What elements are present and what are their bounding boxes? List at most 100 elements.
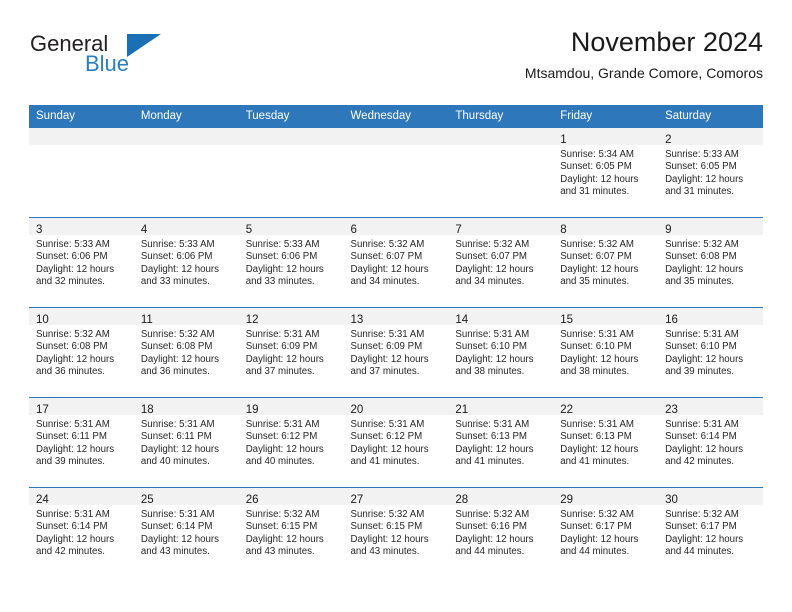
day-detail-line: Sunrise: 5:32 AM (455, 509, 530, 520)
calendar-day-cell[interactable]: 14 Sunrise: 5:31 AM Sunset: 6:10 PM Dayligh… (448, 307, 554, 398)
day-number: 21 (455, 404, 469, 416)
calendar-day-cell[interactable]: 7 Sunrise: 5:32 AM Sunset: 6:07 PM Daylight… (448, 217, 554, 308)
calendar-day-cell[interactable]: 13 Sunrise: 5:31 AM Sunset: 6:09 PM Dayligh… (343, 307, 449, 398)
calendar-day-cell[interactable]: 29 Sunrise: 5:32 AM Sunset: 6:17 PM Dayligh… (553, 487, 659, 577)
day-number: 15 (560, 314, 574, 326)
calendar-day-cell[interactable]: 23 Sunrise: 5:31 AM Sunset: 6:14 PM Dayligh… (658, 397, 763, 488)
day-number: 6 (350, 224, 357, 236)
calendar-day-cell[interactable]: 5 Sunrise: 5:33 AM Sunset: 6:06 PM Daylight… (238, 217, 344, 308)
calendar-day-cell[interactable]: 28 Sunrise: 5:32 AM Sunset: 6:16 PM Dayligh… (448, 487, 554, 577)
day-number: 19 (245, 404, 259, 416)
day-detail-line: Daylight: 12 hours (36, 443, 115, 455)
day-number: 1 (560, 134, 567, 146)
day-number-band: 24 (29, 488, 134, 506)
day-detail-line: Sunset: 6:16 PM (455, 521, 527, 533)
brand-logo[interactable]: General Blue (29, 26, 259, 84)
calendar-week-row: 24 Sunrise: 5:31 AM Sunset: 6:14 PM Dayligh… (29, 487, 763, 577)
day-number: 16 (665, 314, 678, 326)
weekday-header-wednesday: Wednesday (343, 105, 449, 128)
day-number-band (29, 128, 134, 145)
day-detail-line: Sunrise: 5:31 AM (560, 329, 634, 340)
day-detail-line: Sunset: 6:13 PM (455, 431, 527, 443)
calendar-day-cell[interactable]: 1 Sunrise: 5:34 AM Sunset: 6:05 PM Daylight… (553, 128, 659, 218)
calendar-day-cell[interactable]: 2 Sunrise: 5:33 AM Sunset: 6:05 PM Daylight… (658, 128, 763, 218)
day-number: 17 (36, 404, 49, 416)
day-number-band: 27 (343, 488, 449, 506)
day-details: Sunrise: 5:33 AM Sunset: 6:06 PM Daylight:… (134, 235, 239, 289)
day-number-band: 12 (238, 308, 344, 326)
day-detail-line: and 41 minutes. (455, 456, 525, 468)
day-detail-line: and 42 minutes. (665, 456, 734, 468)
day-number-band: 1 (553, 128, 659, 146)
weekday-header-saturday: Saturday (658, 105, 763, 128)
day-detail-line: Sunset: 6:12 PM (350, 431, 423, 443)
calendar-day-cell[interactable]: 16 Sunrise: 5:31 AM Sunset: 6:10 PM Dayligh… (658, 307, 763, 398)
day-detail-line: and 43 minutes. (245, 546, 315, 558)
day-detail-line: Sunset: 6:17 PM (665, 521, 737, 533)
day-details: Sunrise: 5:31 AM Sunset: 6:12 PM Daylight:… (344, 415, 449, 469)
day-detail-line: Sunrise: 5:31 AM (665, 419, 739, 430)
day-details: Sunrise: 5:31 AM Sunset: 6:13 PM Daylight:… (448, 415, 553, 469)
day-detail-line: Sunrise: 5:32 AM (560, 509, 634, 520)
day-number-band: 2 (658, 128, 763, 146)
calendar-week-row: 3 Sunrise: 5:33 AM Sunset: 6:06 PM Daylight… (29, 217, 763, 308)
day-details: Sunrise: 5:31 AM Sunset: 6:09 PM Daylight:… (239, 325, 344, 379)
weekday-header-sunday: Sunday (29, 105, 134, 128)
day-detail-line: Daylight: 12 hours (245, 533, 324, 545)
day-number-band: 10 (29, 308, 134, 326)
calendar-day-cell[interactable]: 8 Sunrise: 5:32 AM Sunset: 6:07 PM Daylight… (553, 217, 659, 308)
calendar-day-cell[interactable]: 11 Sunrise: 5:32 AM Sunset: 6:08 PM Dayligh… (133, 307, 239, 398)
day-detail-line: and 34 minutes. (455, 276, 525, 288)
calendar-day-cell[interactable]: 12 Sunrise: 5:31 AM Sunset: 6:09 PM Dayligh… (238, 307, 344, 398)
calendar-day-cell[interactable]: 3 Sunrise: 5:33 AM Sunset: 6:06 PM Daylight… (29, 217, 134, 308)
day-details: Sunrise: 5:31 AM Sunset: 6:14 PM Daylight:… (134, 505, 239, 559)
calendar-day-cell[interactable]: 15 Sunrise: 5:31 AM Sunset: 6:10 PM Dayligh… (553, 307, 659, 398)
day-detail-line: and 41 minutes. (560, 456, 630, 468)
day-number: 3 (36, 224, 43, 236)
calendar-day-cell[interactable]: 25 Sunrise: 5:31 AM Sunset: 6:14 PM Dayligh… (133, 487, 239, 577)
day-number-band: 11 (133, 308, 239, 326)
day-detail-line: Sunset: 6:14 PM (665, 431, 737, 443)
calendar-day-cell[interactable]: 19 Sunrise: 5:31 AM Sunset: 6:12 PM Dayligh… (238, 397, 344, 488)
calendar-day-cell[interactable]: 27 Sunrise: 5:32 AM Sunset: 6:15 PM Dayligh… (343, 487, 449, 577)
calendar-day-cell[interactable]: 6 Sunrise: 5:32 AM Sunset: 6:07 PM Daylight… (343, 217, 449, 308)
day-detail-line: Daylight: 12 hours (350, 263, 429, 275)
calendar-day-cell[interactable]: 30 Sunrise: 5:32 AM Sunset: 6:17 PM Dayligh… (658, 487, 763, 577)
day-number-band: 17 (29, 398, 134, 416)
day-detail-line: Daylight: 12 hours (560, 443, 639, 455)
day-detail-line: Sunset: 6:11 PM (36, 431, 107, 443)
day-detail-line: Daylight: 12 hours (245, 263, 324, 275)
day-detail-line: Sunrise: 5:31 AM (140, 509, 215, 520)
day-detail-line: Daylight: 12 hours (245, 443, 324, 455)
calendar-day-cell[interactable]: 21 Sunrise: 5:31 AM Sunset: 6:13 PM Dayligh… (448, 397, 554, 488)
calendar-day-cell[interactable]: 4 Sunrise: 5:33 AM Sunset: 6:06 PM Daylight… (133, 217, 239, 308)
day-detail-line: Sunrise: 5:33 AM (245, 239, 320, 250)
day-detail-line: Sunrise: 5:33 AM (665, 149, 739, 160)
calendar-day-cell[interactable]: 9 Sunrise: 5:32 AM Sunset: 6:08 PM Daylight… (658, 217, 763, 308)
calendar-day-cell[interactable]: 10 Sunrise: 5:32 AM Sunset: 6:08 PM Dayligh… (29, 307, 134, 398)
day-detail-line: Sunset: 6:13 PM (560, 431, 632, 443)
calendar-day-cell[interactable]: 17 Sunrise: 5:31 AM Sunset: 6:11 PM Dayligh… (29, 397, 134, 488)
day-details: Sunrise: 5:32 AM Sunset: 6:16 PM Daylight:… (448, 505, 553, 559)
day-detail-line: and 44 minutes. (560, 546, 630, 558)
day-details: Sunrise: 5:31 AM Sunset: 6:10 PM Daylight:… (553, 325, 658, 379)
calendar-day-cell[interactable]: 24 Sunrise: 5:31 AM Sunset: 6:14 PM Dayligh… (29, 487, 134, 577)
day-number-band (343, 128, 449, 145)
calendar-day-cell[interactable]: 26 Sunrise: 5:32 AM Sunset: 6:15 PM Dayligh… (238, 487, 344, 577)
day-number-band: 5 (238, 218, 344, 236)
day-detail-line: Sunset: 6:11 PM (140, 431, 212, 443)
day-details: Sunrise: 5:31 AM Sunset: 6:11 PM Daylight:… (134, 415, 239, 469)
day-number: 26 (245, 494, 259, 506)
day-number-band: 22 (553, 398, 659, 416)
day-detail-line: Daylight: 12 hours (560, 353, 639, 365)
day-details: Sunrise: 5:31 AM Sunset: 6:10 PM Daylight:… (448, 325, 553, 379)
day-number: 10 (36, 314, 49, 326)
day-details: Sunrise: 5:32 AM Sunset: 6:17 PM Daylight:… (658, 505, 763, 559)
day-detail-line: Daylight: 12 hours (350, 353, 429, 365)
calendar-day-cell[interactable]: 20 Sunrise: 5:31 AM Sunset: 6:12 PM Dayligh… (343, 397, 449, 488)
calendar-day-cell[interactable]: 22 Sunrise: 5:31 AM Sunset: 6:13 PM Dayligh… (553, 397, 659, 488)
calendar-day-cell[interactable]: 18 Sunrise: 5:31 AM Sunset: 6:11 PM Dayligh… (133, 397, 239, 488)
day-detail-line: Sunrise: 5:33 AM (140, 239, 215, 250)
day-number-band: 23 (658, 398, 763, 416)
day-detail-line: Sunrise: 5:32 AM (350, 239, 425, 250)
